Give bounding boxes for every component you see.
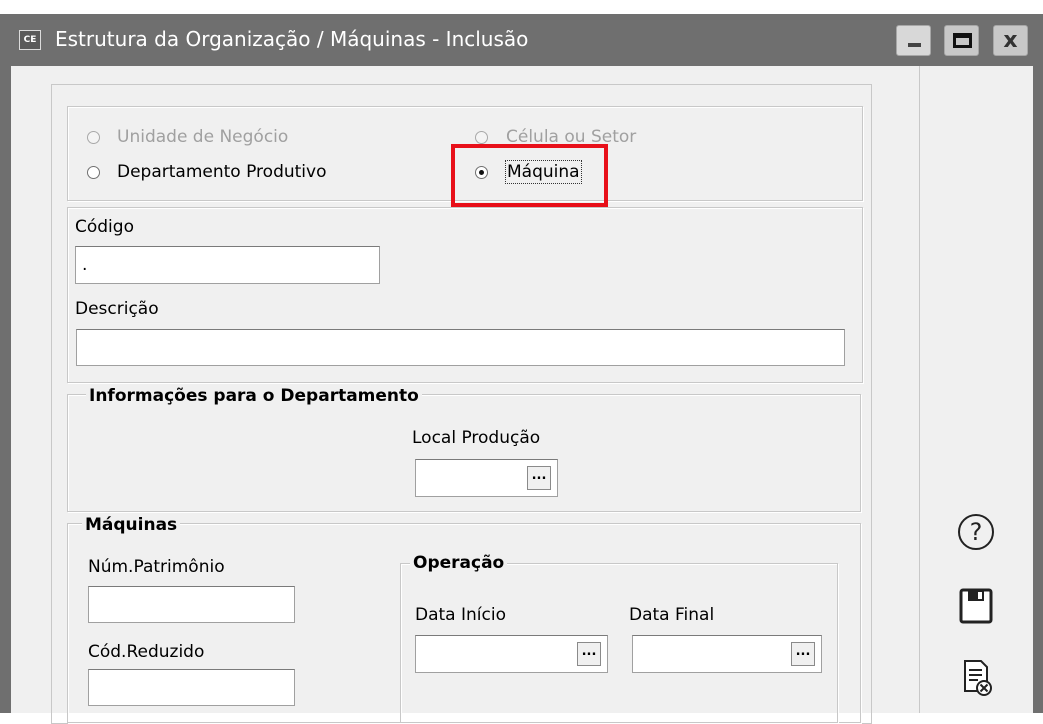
radio-celula-setor	[475, 131, 488, 144]
num-patrimonio-label: Núm.Patrimônio	[88, 557, 225, 577]
radio-unidade-negocio	[87, 131, 100, 144]
maquinas-title: Máquinas	[82, 514, 181, 536]
close-button[interactable]: x	[993, 25, 1028, 56]
codigo-input[interactable]: .	[75, 246, 380, 284]
title-bar: CE Estrutura da Organização / Máquinas -…	[0, 14, 1043, 66]
data-inicio-lookup-button[interactable]: ...	[577, 642, 601, 666]
cancel-document-button[interactable]	[960, 658, 994, 698]
data-inicio-label: Data Início	[415, 605, 506, 625]
data-final-label: Data Final	[629, 605, 715, 625]
descricao-label: Descrição	[75, 299, 159, 319]
app-icon: CE	[19, 30, 41, 50]
num-patrimonio-input[interactable]	[88, 586, 295, 623]
data-final-lookup-button[interactable]: ...	[791, 642, 815, 666]
maximize-button[interactable]	[944, 25, 979, 56]
operacao-title: Operação	[410, 552, 508, 574]
radio-unidade-negocio-label: Unidade de Negócio	[117, 127, 289, 147]
minimize-button[interactable]	[896, 25, 931, 56]
codigo-label: Código	[75, 217, 134, 237]
window-frame-left	[0, 66, 11, 713]
dept-info-title: Informações para o Departamento	[86, 385, 422, 407]
descricao-input[interactable]	[76, 329, 845, 366]
maximize-icon	[953, 33, 972, 48]
save-icon	[959, 588, 993, 624]
local-producao-label: Local Produção	[412, 428, 541, 448]
radio-departamento-produtivo-label[interactable]: Departamento Produtivo	[117, 161, 326, 183]
window-title: Estrutura da Organização / Máquinas - In…	[55, 27, 529, 51]
local-producao-lookup-button[interactable]: ...	[527, 466, 551, 490]
save-button[interactable]	[958, 586, 994, 626]
help-button[interactable]: ?	[956, 512, 996, 552]
minimize-icon	[908, 43, 921, 47]
side-toolbar: ?	[919, 66, 1033, 713]
cod-reduzido-input[interactable]	[88, 669, 295, 706]
help-icon: ?	[958, 514, 994, 550]
radio-departamento-produtivo[interactable]	[87, 166, 100, 179]
svg-text:?: ?	[970, 518, 983, 546]
highlight-box	[451, 144, 608, 207]
cod-reduzido-label: Cód.Reduzido	[88, 642, 205, 662]
window-frame-right	[1033, 66, 1043, 713]
close-icon: x	[1003, 28, 1018, 53]
cancel-document-icon	[964, 660, 992, 696]
